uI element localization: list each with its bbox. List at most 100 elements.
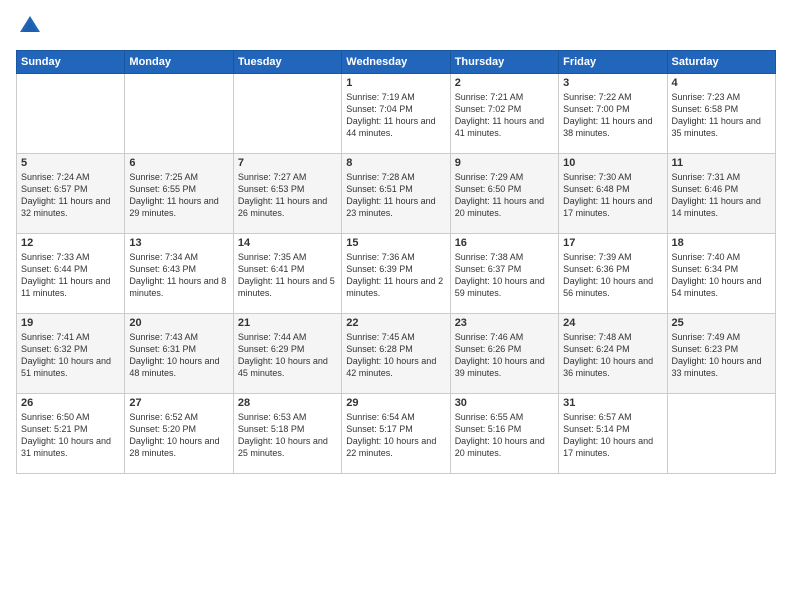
day-info: Sunrise: 7:41 AM Sunset: 6:32 PM Dayligh… — [21, 331, 120, 380]
calendar-cell: 22 Sunrise: 7:45 AM Sunset: 6:28 PM Dayli… — [342, 314, 450, 394]
calendar-cell: 26 Sunrise: 6:50 AM Sunset: 5:21 PM Dayli… — [17, 394, 125, 474]
day-info: Sunrise: 6:52 AM Sunset: 5:20 PM Dayligh… — [129, 411, 228, 460]
calendar-cell: 20 Sunrise: 7:43 AM Sunset: 6:31 PM Dayli… — [125, 314, 233, 394]
day-info: Sunrise: 7:24 AM Sunset: 6:57 PM Dayligh… — [21, 171, 120, 220]
day-info: Sunrise: 7:28 AM Sunset: 6:51 PM Dayligh… — [346, 171, 445, 220]
day-number: 9 — [455, 157, 554, 169]
calendar-cell: 12 Sunrise: 7:33 AM Sunset: 6:44 PM Dayli… — [17, 234, 125, 314]
day-info: Sunrise: 7:23 AM Sunset: 6:58 PM Dayligh… — [672, 91, 771, 140]
day-number: 29 — [346, 397, 445, 409]
day-number: 21 — [238, 317, 337, 329]
calendar-cell — [17, 74, 125, 154]
day-info: Sunrise: 7:22 AM Sunset: 7:00 PM Dayligh… — [563, 91, 662, 140]
day-info: Sunrise: 6:53 AM Sunset: 5:18 PM Dayligh… — [238, 411, 337, 460]
day-info: Sunrise: 6:50 AM Sunset: 5:21 PM Dayligh… — [21, 411, 120, 460]
calendar-cell: 8 Sunrise: 7:28 AM Sunset: 6:51 PM Daylig… — [342, 154, 450, 234]
calendar-cell: 11Sunrise: 7:31 AM Sunset: 6:46 PM Dayli… — [667, 154, 775, 234]
day-info: Sunrise: 7:30 AM Sunset: 6:48 PM Dayligh… — [563, 171, 662, 220]
weekday-header: Thursday — [450, 51, 558, 74]
calendar-week-row: 19 Sunrise: 7:41 AM Sunset: 6:32 PM Dayli… — [17, 314, 776, 394]
weekday-header: Tuesday — [233, 51, 341, 74]
day-number: 16 — [455, 237, 554, 249]
day-info: Sunrise: 7:48 AM Sunset: 6:24 PM Dayligh… — [563, 331, 662, 380]
day-info: Sunrise: 7:25 AM Sunset: 6:55 PM Dayligh… — [129, 171, 228, 220]
day-info: Sunrise: 7:29 AM Sunset: 6:50 PM Dayligh… — [455, 171, 554, 220]
day-info: Sunrise: 7:49 AM Sunset: 6:23 PM Dayligh… — [672, 331, 771, 380]
day-number: 22 — [346, 317, 445, 329]
calendar-cell: 18Sunrise: 7:40 AM Sunset: 6:34 PM Dayli… — [667, 234, 775, 314]
calendar-cell: 4 Sunrise: 7:23 AM Sunset: 6:58 PM Daylig… — [667, 74, 775, 154]
day-number: 1 — [346, 77, 445, 89]
day-number: 2 — [455, 77, 554, 89]
calendar-cell: 30 Sunrise: 6:55 AM Sunset: 5:16 PM Dayli… — [450, 394, 558, 474]
day-info: Sunrise: 7:38 AM Sunset: 6:37 PM Dayligh… — [455, 251, 554, 300]
calendar-cell: 6 Sunrise: 7:25 AM Sunset: 6:55 PM Daylig… — [125, 154, 233, 234]
header — [16, 12, 776, 40]
day-info: Sunrise: 6:55 AM Sunset: 5:16 PM Dayligh… — [455, 411, 554, 460]
day-number: 6 — [129, 157, 228, 169]
day-number: 23 — [455, 317, 554, 329]
calendar-cell: 3Sunrise: 7:22 AM Sunset: 7:00 PM Daylig… — [559, 74, 667, 154]
weekday-header: Sunday — [17, 51, 125, 74]
calendar-cell: 2 Sunrise: 7:21 AM Sunset: 7:02 PM Daylig… — [450, 74, 558, 154]
day-number: 8 — [346, 157, 445, 169]
day-info: Sunrise: 7:35 AM Sunset: 6:41 PM Dayligh… — [238, 251, 337, 300]
day-info: Sunrise: 7:19 AM Sunset: 7:04 PM Dayligh… — [346, 91, 445, 140]
calendar-cell: 13 Sunrise: 7:34 AM Sunset: 6:43 PM Dayli… — [125, 234, 233, 314]
day-info: Sunrise: 7:33 AM Sunset: 6:44 PM Dayligh… — [21, 251, 120, 300]
day-info: Sunrise: 7:21 AM Sunset: 7:02 PM Dayligh… — [455, 91, 554, 140]
day-info: Sunrise: 6:57 AM Sunset: 5:14 PM Dayligh… — [563, 411, 662, 460]
calendar-cell — [667, 394, 775, 474]
day-number: 7 — [238, 157, 337, 169]
day-number: 30 — [455, 397, 554, 409]
calendar-cell: 1 Sunrise: 7:19 AM Sunset: 7:04 PM Daylig… — [342, 74, 450, 154]
calendar-cell: 28Sunrise: 6:53 AM Sunset: 5:18 PM Dayli… — [233, 394, 341, 474]
day-number: 11 — [672, 157, 771, 169]
day-number: 4 — [672, 77, 771, 89]
day-info: Sunrise: 7:45 AM Sunset: 6:28 PM Dayligh… — [346, 331, 445, 380]
day-number: 13 — [129, 237, 228, 249]
day-number: 10 — [563, 157, 662, 169]
day-info: Sunrise: 7:44 AM Sunset: 6:29 PM Dayligh… — [238, 331, 337, 380]
day-info: Sunrise: 7:46 AM Sunset: 6:26 PM Dayligh… — [455, 331, 554, 380]
calendar-week-row: 5 Sunrise: 7:24 AM Sunset: 6:57 PM Daylig… — [17, 154, 776, 234]
day-info: Sunrise: 7:27 AM Sunset: 6:53 PM Dayligh… — [238, 171, 337, 220]
calendar-cell: 31 Sunrise: 6:57 AM Sunset: 5:14 PM Dayli… — [559, 394, 667, 474]
day-number: 12 — [21, 237, 120, 249]
day-info: Sunrise: 7:40 AM Sunset: 6:34 PM Dayligh… — [672, 251, 771, 300]
day-info: Sunrise: 6:54 AM Sunset: 5:17 PM Dayligh… — [346, 411, 445, 460]
calendar-week-row: 1 Sunrise: 7:19 AM Sunset: 7:04 PM Daylig… — [17, 74, 776, 154]
logo — [16, 12, 48, 40]
calendar-cell: 19 Sunrise: 7:41 AM Sunset: 6:32 PM Dayli… — [17, 314, 125, 394]
calendar: SundayMondayTuesdayWednesdayThursdayFrid… — [16, 50, 776, 474]
calendar-cell: 7 Sunrise: 7:27 AM Sunset: 6:53 PM Daylig… — [233, 154, 341, 234]
day-info: Sunrise: 7:43 AM Sunset: 6:31 PM Dayligh… — [129, 331, 228, 380]
calendar-cell: 14Sunrise: 7:35 AM Sunset: 6:41 PM Dayli… — [233, 234, 341, 314]
calendar-cell: 10 Sunrise: 7:30 AM Sunset: 6:48 PM Dayli… — [559, 154, 667, 234]
day-number: 19 — [21, 317, 120, 329]
day-number: 20 — [129, 317, 228, 329]
weekday-header: Friday — [559, 51, 667, 74]
day-number: 5 — [21, 157, 120, 169]
calendar-cell: 21 Sunrise: 7:44 AM Sunset: 6:29 PM Dayli… — [233, 314, 341, 394]
calendar-week-row: 26 Sunrise: 6:50 AM Sunset: 5:21 PM Dayli… — [17, 394, 776, 474]
weekday-header: Monday — [125, 51, 233, 74]
day-number: 15 — [346, 237, 445, 249]
page: SundayMondayTuesdayWednesdayThursdayFrid… — [0, 0, 792, 612]
day-info: Sunrise: 7:34 AM Sunset: 6:43 PM Dayligh… — [129, 251, 228, 300]
day-number: 31 — [563, 397, 662, 409]
day-info: Sunrise: 7:39 AM Sunset: 6:36 PM Dayligh… — [563, 251, 662, 300]
day-info: Sunrise: 7:36 AM Sunset: 6:39 PM Dayligh… — [346, 251, 445, 300]
calendar-cell: 9 Sunrise: 7:29 AM Sunset: 6:50 PM Daylig… — [450, 154, 558, 234]
day-number: 26 — [21, 397, 120, 409]
weekday-header: Wednesday — [342, 51, 450, 74]
calendar-cell: 5 Sunrise: 7:24 AM Sunset: 6:57 PM Daylig… — [17, 154, 125, 234]
calendar-cell: 17 Sunrise: 7:39 AM Sunset: 6:36 PM Dayli… — [559, 234, 667, 314]
calendar-cell: 25 Sunrise: 7:49 AM Sunset: 6:23 PM Dayli… — [667, 314, 775, 394]
weekday-header-row: SundayMondayTuesdayWednesdayThursdayFrid… — [17, 51, 776, 74]
weekday-header: Saturday — [667, 51, 775, 74]
day-number: 27 — [129, 397, 228, 409]
calendar-cell: 23 Sunrise: 7:46 AM Sunset: 6:26 PM Dayli… — [450, 314, 558, 394]
day-number: 17 — [563, 237, 662, 249]
day-number: 25 — [672, 317, 771, 329]
